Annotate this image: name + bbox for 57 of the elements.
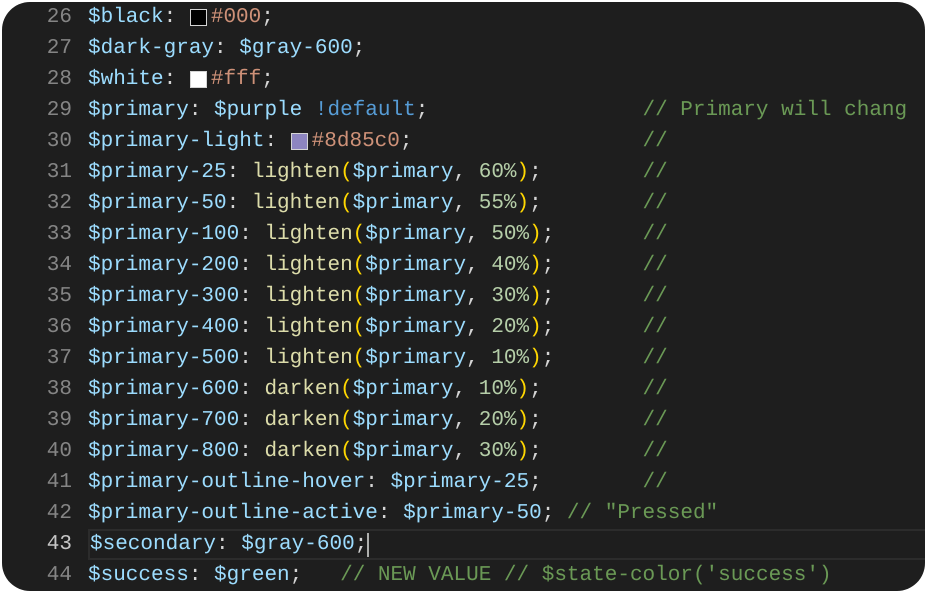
code-text: $primary-50: lighten($primary, 55%); [88, 191, 542, 217]
code-text: #000; [210, 5, 274, 31]
code-text: $primary-200: lighten($primary, 40%); [88, 253, 554, 279]
line-number: 32 [46, 191, 72, 217]
code-text: $secondary: $gray-600; [90, 532, 368, 558]
code-text: $primary-25: lighten($primary, 60%); [88, 160, 542, 186]
code-comment: // [642, 315, 668, 341]
line-number: 36 [46, 315, 72, 341]
line-number: 31 [46, 160, 72, 186]
code-comment: // [642, 129, 668, 155]
line-number: 34 [46, 253, 72, 279]
code-text: $dark-gray: $gray-600; [88, 36, 366, 62]
text-cursor [367, 532, 370, 556]
code-comment: // [642, 253, 668, 279]
code-text: #fff; [210, 67, 274, 93]
code-text: $success: $green; [88, 563, 304, 589]
code-text: $primary-outline-hover: $primary-25; [88, 470, 542, 496]
code-text: $primary-800: darken($primary, 30%); [88, 439, 542, 465]
code-text: $primary-700: darken($primary, 20%); [88, 408, 542, 434]
code-comment: // [642, 222, 668, 248]
line-number: 26 [46, 5, 72, 31]
code-comment: // [642, 346, 668, 372]
line-number: 28 [46, 67, 72, 93]
code-text: $primary-outline-active: $primary-50; [88, 501, 556, 527]
code-comment: // [642, 439, 668, 465]
code-comment: // "Pressed" [566, 501, 718, 527]
line-number: 33 [46, 222, 72, 248]
code-comment: // [642, 160, 668, 186]
line-number: 30 [46, 129, 72, 155]
line-number: 41 [46, 470, 72, 496]
line-number: 29 [46, 98, 72, 124]
code-comment: // [642, 408, 668, 434]
code-comment: // NEW VALUE // $state-color('success') [340, 563, 832, 589]
code-text: $primary-600: darken($primary, 10%); [88, 377, 542, 403]
line-number: 37 [46, 346, 72, 372]
code-text: #8d85c0; [312, 129, 412, 155]
code-text: $black: [88, 5, 178, 31]
code-comment: // [642, 470, 668, 496]
code-text: $primary-100: lighten($primary, 50%); [88, 222, 554, 248]
line-number: 27 [46, 36, 72, 62]
line-number: 40 [46, 439, 72, 465]
code-comment: // Primary will chang [642, 98, 908, 124]
line-number: 35 [46, 284, 72, 310]
line-number: 38 [46, 377, 72, 403]
code-comment: // [642, 191, 668, 217]
code-text: $primary-400: lighten($primary, 20%); [88, 315, 554, 341]
line-number: 39 [46, 408, 72, 434]
line-number: 42 [46, 501, 72, 527]
line-number: 44 [46, 563, 72, 589]
code-text: $white: [88, 67, 178, 93]
code-text: $primary-500: lighten($primary, 10%); [88, 346, 554, 372]
code-comment: // [642, 377, 668, 403]
code-text: $primary-light: [88, 129, 278, 155]
code-text: $primary-300: lighten($primary, 30%); [88, 284, 554, 310]
code-comment: // [642, 284, 668, 310]
line-number: 43 [46, 532, 72, 558]
code-text: $primary: $purple !default; [88, 98, 428, 124]
